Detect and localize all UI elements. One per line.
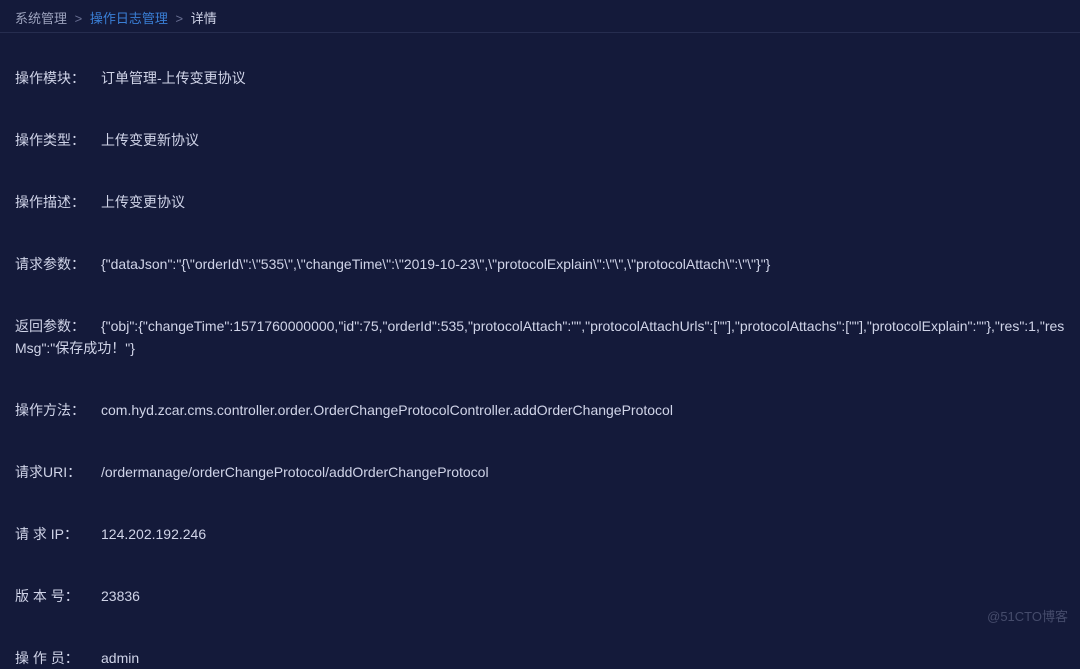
- value-request-params: {"dataJson":"{\"orderId\":\"535\",\"chan…: [101, 253, 1065, 275]
- value-type: 上传变更新协议: [101, 129, 1065, 151]
- row-response-params: 返回参数： 返回参数：{"obj":{"changeTime":15717600…: [15, 315, 1065, 359]
- breadcrumb-link-log-management[interactable]: 操作日志管理: [90, 11, 168, 26]
- value-version: 23836: [101, 585, 1065, 607]
- row-version: 版 本 号： 23836: [15, 585, 1065, 607]
- label-response-params-inline: 返回参数：: [15, 315, 101, 337]
- breadcrumb-current: 详情: [191, 11, 217, 26]
- label-uri: 请求URI：: [15, 461, 85, 483]
- row-request-params: 请求参数： {"dataJson":"{\"orderId\":\"535\",…: [15, 253, 1065, 275]
- row-type: 操作类型： 上传变更新协议: [15, 129, 1065, 151]
- value-uri: /ordermanage/orderChangeProtocol/addOrde…: [101, 461, 1065, 483]
- breadcrumb-sep: >: [176, 11, 184, 26]
- value-response-params-text: {"obj":{"changeTime":1571760000000,"id":…: [15, 318, 1064, 356]
- label-version: 版 本 号：: [15, 585, 85, 607]
- label-method: 操作方法：: [15, 399, 85, 421]
- label-request-params: 请求参数：: [15, 253, 85, 275]
- row-module: 操作模块： 订单管理-上传变更协议: [15, 67, 1065, 89]
- detail-content: 操作模块： 订单管理-上传变更协议 操作类型： 上传变更新协议 操作描述： 上传…: [0, 33, 1080, 669]
- label-desc: 操作描述：: [15, 191, 85, 213]
- value-method: com.hyd.zcar.cms.controller.order.OrderC…: [101, 399, 1065, 421]
- value-desc: 上传变更协议: [101, 191, 1065, 213]
- breadcrumb: 系统管理 > 操作日志管理 > 详情: [0, 0, 1080, 33]
- row-method: 操作方法： com.hyd.zcar.cms.controller.order.…: [15, 399, 1065, 421]
- value-response-params: 返回参数：{"obj":{"changeTime":1571760000000,…: [15, 315, 1065, 359]
- breadcrumb-root: 系统管理: [15, 11, 67, 26]
- label-ip: 请 求 IP：: [15, 523, 85, 545]
- label-module: 操作模块：: [15, 67, 85, 89]
- breadcrumb-sep: >: [75, 11, 83, 26]
- row-ip: 请 求 IP： 124.202.192.246: [15, 523, 1065, 545]
- row-desc: 操作描述： 上传变更协议: [15, 191, 1065, 213]
- label-operator: 操 作 员：: [15, 647, 85, 669]
- row-uri: 请求URI： /ordermanage/orderChangeProtocol/…: [15, 461, 1065, 483]
- value-operator: admin: [101, 647, 1065, 669]
- label-type: 操作类型：: [15, 129, 85, 151]
- value-ip: 124.202.192.246: [101, 523, 1065, 545]
- row-operator: 操 作 员： admin: [15, 647, 1065, 669]
- value-module: 订单管理-上传变更协议: [101, 67, 1065, 89]
